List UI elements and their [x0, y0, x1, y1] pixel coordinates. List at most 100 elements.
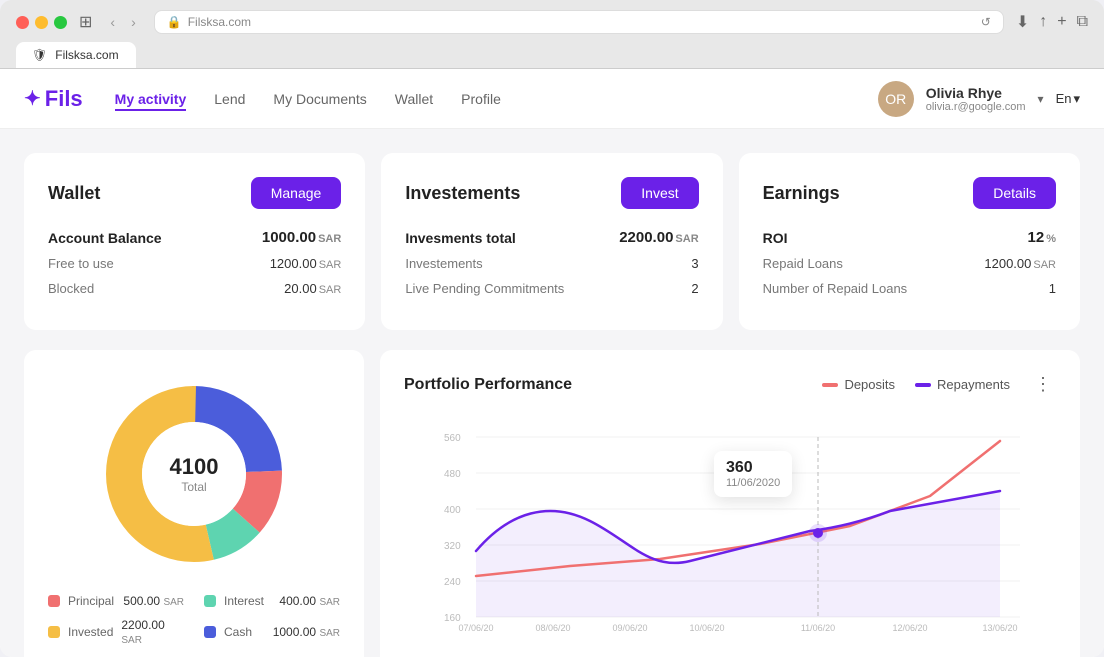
y-label-480: 480	[444, 469, 461, 480]
legend-item-cash: Cash 1000.00 SAR	[204, 618, 340, 646]
portfolio-chart-card: Portfolio Performance Deposits Repayment…	[380, 350, 1080, 657]
details-button[interactable]: Details	[973, 177, 1056, 209]
manage-button[interactable]: Manage	[251, 177, 342, 209]
nav-my-activity[interactable]: My activity	[115, 87, 187, 111]
account-balance-value: 1000.00SAR	[262, 229, 341, 246]
investments-total-value: 2200.00SAR	[619, 229, 698, 246]
x-label-0: 07/06/20	[458, 623, 493, 631]
y-label-560: 560	[444, 433, 461, 444]
traffic-light-yellow[interactable]	[35, 16, 48, 29]
logo: ✦ Fils	[24, 86, 83, 112]
user-section: OR Olivia Rhye olivia.r@google.com ▾ En …	[878, 81, 1080, 117]
chart-area: 360 11/06/2020 560 480 400 320 240 160	[404, 411, 1056, 636]
x-label-3: 10/06/20	[689, 623, 724, 631]
donut-chart-wrapper: 4100 Total	[48, 374, 340, 574]
new-tab-button[interactable]: +	[1057, 13, 1066, 31]
legend-value-cash: 1000.00 SAR	[273, 625, 340, 639]
logo-icon: ✦	[24, 86, 41, 111]
legend-name-invested: Invested	[68, 625, 113, 639]
blocked-label: Blocked	[48, 281, 94, 296]
legend-dot-principal	[48, 595, 60, 607]
nav-lend[interactable]: Lend	[214, 87, 245, 111]
wallet-card-title: Wallet	[48, 183, 100, 204]
nav-profile[interactable]: Profile	[461, 87, 501, 111]
free-to-use-label: Free to use	[48, 256, 114, 271]
language-button[interactable]: En ▾	[1056, 91, 1080, 107]
navbar: ✦ Fils My activity Lend My Documents Wal…	[0, 69, 1104, 129]
url-text: Filsksa.com	[188, 15, 251, 29]
legend-name-principal: Principal	[68, 594, 115, 608]
user-dropdown-button[interactable]: ▾	[1038, 92, 1044, 106]
y-label-320: 320	[444, 541, 461, 552]
investments-card: Investements Invest Invesments total 220…	[381, 153, 722, 330]
chart-header: Portfolio Performance Deposits Repayment…	[404, 374, 1056, 395]
nav-my-documents[interactable]: My Documents	[273, 87, 366, 111]
legend-item-interest: Interest 400.00 SAR	[204, 594, 340, 608]
repayments-line-icon	[915, 383, 931, 387]
legend-value-principal: 500.00 SAR	[123, 594, 184, 608]
legend-item-invested: Invested 2200.00 SAR	[48, 618, 184, 646]
repaid-loans-value: 1200.00SAR	[984, 256, 1056, 271]
traffic-light-red[interactable]	[16, 16, 29, 29]
blocked-value: 20.00SAR	[284, 281, 341, 296]
y-label-240: 240	[444, 577, 461, 588]
y-label-400: 400	[444, 505, 461, 516]
more-options-button[interactable]: ⋮	[1030, 374, 1056, 395]
legend-name-cash: Cash	[224, 625, 265, 639]
legend-dot-cash	[204, 626, 216, 638]
user-name: Olivia Rhye	[926, 85, 1026, 101]
investments-total-label: Invesments total	[405, 230, 515, 246]
donut-card: 4100 Total Principal 500.00 SAR	[24, 350, 364, 657]
x-label-2: 09/06/20	[612, 623, 647, 631]
investments-count-value: 3	[691, 256, 698, 271]
legend-name-interest: Interest	[224, 594, 271, 608]
download-button[interactable]: ⬇	[1016, 12, 1029, 32]
tab-title: Filsksa.com	[55, 48, 118, 62]
legend-value-invested: 2200.00 SAR	[121, 618, 184, 646]
share-button[interactable]: ↑	[1039, 13, 1047, 31]
chart-tooltip: 360 11/06/2020	[714, 451, 792, 497]
nav-wallet[interactable]: Wallet	[395, 87, 433, 111]
language-label: En	[1056, 91, 1072, 106]
tab-favicon: 🛡	[32, 48, 47, 62]
cards-row: Wallet Manage Account Balance 1000.00SAR…	[24, 153, 1080, 330]
account-balance-label: Account Balance	[48, 230, 162, 246]
forward-button[interactable]: ›	[125, 12, 142, 32]
avatar: OR	[878, 81, 914, 117]
deposits-line-icon	[822, 383, 838, 387]
x-label-6: 13/06/20	[982, 623, 1017, 631]
num-repaid-loans-label: Number of Repaid Loans	[763, 281, 908, 296]
live-pending-value: 2	[691, 281, 698, 296]
earnings-card-title: Earnings	[763, 183, 840, 204]
tooltip-value: 360	[726, 459, 780, 477]
nav-links: My activity Lend My Documents Wallet Pro…	[115, 87, 846, 111]
legend-dot-interest	[204, 595, 216, 607]
invest-button[interactable]: Invest	[621, 177, 698, 209]
free-to-use-value: 1200.00SAR	[270, 256, 342, 271]
repaid-loans-label: Repaid Loans	[763, 256, 843, 271]
logo-text: Fils	[45, 86, 83, 112]
back-button[interactable]: ‹	[104, 12, 121, 32]
donut-center: 4100 Total	[170, 454, 219, 494]
investments-card-title: Investements	[405, 183, 520, 204]
tooltip-date: 11/06/2020	[726, 477, 780, 489]
main-content: Wallet Manage Account Balance 1000.00SAR…	[0, 129, 1104, 657]
lang-chevron-icon: ▾	[1073, 91, 1080, 107]
num-repaid-loans-value: 1	[1049, 281, 1056, 296]
x-label-4: 11/06/20	[801, 623, 835, 631]
legend-value-interest: 400.00 SAR	[279, 594, 340, 608]
bottom-row: 4100 Total Principal 500.00 SAR	[24, 350, 1080, 657]
repayments-legend: Repayments	[915, 377, 1010, 392]
chart-title: Portfolio Performance	[404, 376, 802, 394]
user-email: olivia.r@google.com	[926, 101, 1026, 113]
tabs-button[interactable]: ⧉	[1077, 13, 1088, 31]
donut-total-value: 4100	[170, 454, 219, 480]
browser-tab[interactable]: 🛡 Filsksa.com	[16, 42, 136, 68]
sidebar-toggle-button[interactable]: ⊞	[79, 12, 92, 32]
donut-total-label: Total	[170, 480, 219, 494]
address-bar[interactable]: 🔒 Filsksa.com ↺	[154, 10, 1004, 34]
donut-legend: Principal 500.00 SAR Interest 400.00 SAR	[48, 594, 340, 646]
legend-dot-invested	[48, 626, 60, 638]
x-label-5: 12/06/20	[892, 623, 927, 631]
traffic-light-green[interactable]	[54, 16, 67, 29]
